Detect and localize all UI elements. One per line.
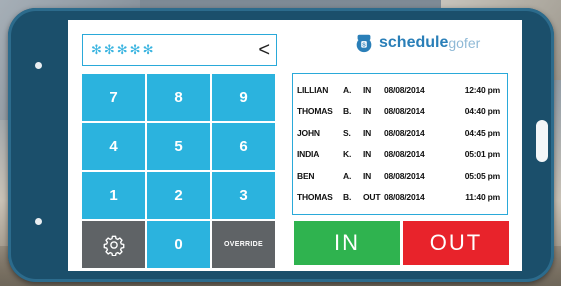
gear-icon: [103, 235, 124, 256]
key-2[interactable]: 2: [147, 172, 210, 219]
employee-first-name: JOHN: [297, 127, 320, 138]
punch-status: IN: [363, 170, 372, 181]
employee-first-name: INDIA: [297, 149, 320, 160]
key-8[interactable]: 8: [147, 74, 210, 121]
key-3[interactable]: 3: [212, 172, 275, 219]
employee-first-name: LILLIAN: [297, 84, 329, 95]
employee-first-name: BEN: [297, 170, 315, 181]
punch-date: 08/08/2014: [384, 192, 425, 203]
punch-status: IN: [363, 106, 372, 117]
key-6[interactable]: 6: [212, 123, 275, 170]
punch-status: IN: [363, 149, 372, 160]
punch-log-list: LILLIAN A. IN 08/08/2014 12:40 pm THOMAS…: [292, 73, 508, 215]
clock-in-button[interactable]: IN: [294, 221, 400, 265]
punch-date: 08/08/2014: [384, 106, 425, 117]
key-0[interactable]: 0: [147, 221, 210, 268]
punch-date: 08/08/2014: [384, 149, 425, 160]
time-clock-screen: ✻✻✻✻✻ < 7 8 9 4 5 6 1 2 3 0 OVERRIDE S s…: [68, 20, 522, 271]
employee-first-name: THOMAS: [297, 192, 333, 203]
clock-out-button[interactable]: OUT: [403, 221, 509, 265]
logo-mark-icon: S: [356, 34, 372, 53]
chevron-left-icon[interactable]: <: [258, 39, 270, 61]
override-button[interactable]: OVERRIDE: [212, 221, 275, 268]
punch-row: THOMAS B. IN 08/08/2014 04:40 pm: [297, 101, 503, 123]
punch-date: 08/08/2014: [384, 170, 425, 181]
punch-time: 11:40 pm: [465, 192, 500, 203]
svg-text:S: S: [362, 43, 366, 49]
pin-value: ✻✻✻✻✻: [91, 42, 156, 57]
employee-initial: B.: [343, 192, 352, 203]
punch-date: 08/08/2014: [384, 127, 425, 138]
punch-status: OUT: [363, 192, 381, 203]
punch-row: THOMAS B. OUT 08/08/2014 11:40 pm: [297, 187, 503, 209]
employee-initial: B.: [343, 106, 352, 117]
key-4[interactable]: 4: [82, 123, 145, 170]
key-9[interactable]: 9: [212, 74, 275, 121]
employee-initial: A.: [343, 84, 352, 95]
employee-initial: K.: [343, 149, 352, 160]
punch-row: LILLIAN A. IN 08/08/2014 12:40 pm: [297, 79, 503, 101]
schedulegofer-logo: S schedule gofer: [353, 32, 480, 54]
tablet-frame: ✻✻✻✻✻ < 7 8 9 4 5 6 1 2 3 0 OVERRIDE S s…: [8, 8, 554, 282]
employee-initial: A.: [343, 170, 352, 181]
camera-dot-top: [35, 62, 42, 69]
punch-status: IN: [363, 84, 372, 95]
pin-input[interactable]: ✻✻✻✻✻ <: [82, 34, 277, 66]
punch-row: INDIA K. IN 08/08/2014 05:01 pm: [297, 144, 503, 166]
punch-time: 04:45 pm: [464, 127, 500, 138]
employee-first-name: THOMAS: [297, 106, 333, 117]
key-1[interactable]: 1: [82, 172, 145, 219]
punch-time: 05:05 pm: [464, 170, 500, 181]
home-button[interactable]: [536, 120, 548, 162]
camera-dot-bottom: [35, 218, 42, 225]
punch-row: BEN A. IN 08/08/2014 05:05 pm: [297, 165, 503, 187]
employee-initial: S.: [343, 127, 351, 138]
settings-button[interactable]: [82, 221, 145, 268]
key-7[interactable]: 7: [82, 74, 145, 121]
punch-row: JOHN S. IN 08/08/2014 04:45 pm: [297, 122, 503, 144]
punch-status: IN: [363, 127, 372, 138]
key-5[interactable]: 5: [147, 123, 210, 170]
logo-text-gofer: gofer: [448, 35, 481, 51]
punch-date: 08/08/2014: [384, 84, 425, 95]
punch-time: 12:40 pm: [464, 84, 500, 95]
punch-time: 05:01 pm: [464, 149, 500, 160]
logo-text-schedule: schedule: [379, 34, 449, 51]
punch-time: 04:40 pm: [464, 106, 500, 117]
